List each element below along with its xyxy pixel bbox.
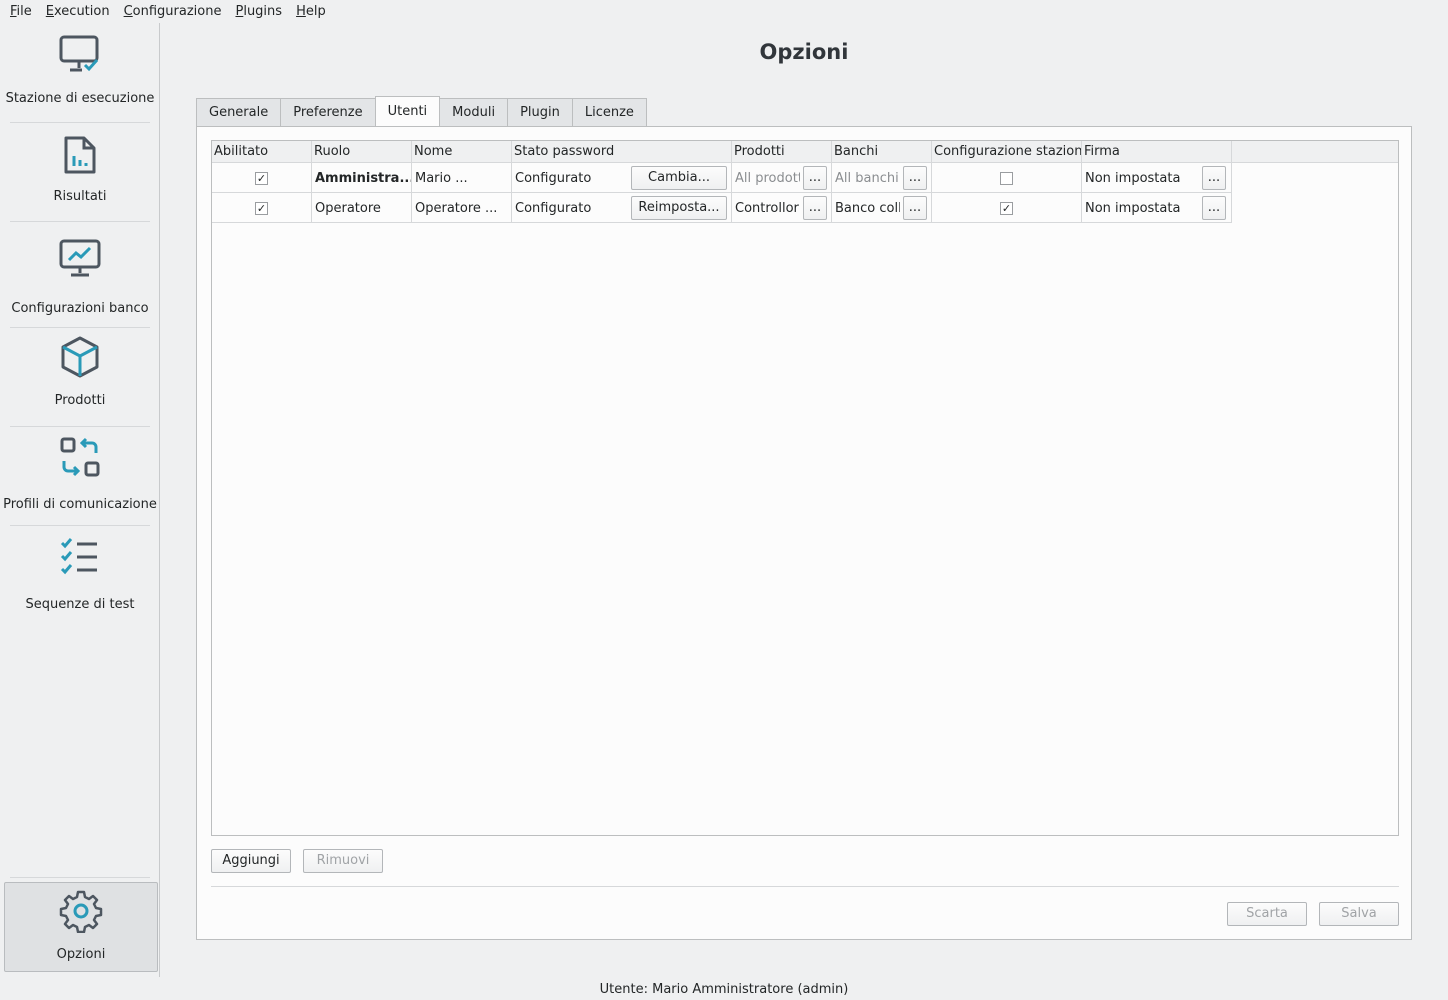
users-panel: Abilitato Ruolo Nome Stato password Prod… bbox=[196, 126, 1412, 940]
column-header-abilitato[interactable]: Abilitato bbox=[212, 141, 312, 163]
sidebar-item-label: Profili di comunicazione bbox=[3, 497, 157, 512]
signature-edit-button[interactable]: ... bbox=[1202, 166, 1226, 190]
tab-plugin[interactable]: Plugin bbox=[507, 98, 572, 126]
column-header-stato-password[interactable]: Stato password bbox=[512, 141, 732, 163]
menu-bar: File Execution Configurazione Plugins He… bbox=[0, 0, 1448, 23]
sidebar-item-label: Prodotti bbox=[54, 393, 106, 408]
sidebar-item-opzioni[interactable]: Opzioni bbox=[4, 882, 158, 972]
benches-edit-button[interactable]: ... bbox=[903, 196, 927, 220]
sidebar-divider bbox=[10, 122, 150, 123]
gear-icon bbox=[57, 887, 105, 935]
sidebar-divider bbox=[10, 877, 150, 878]
column-header-ruolo[interactable]: Ruolo bbox=[312, 141, 412, 163]
report-chart-icon bbox=[56, 131, 104, 179]
sidebar-item-profili[interactable]: Profili di comunicazione bbox=[0, 433, 160, 518]
users-table: Abilitato Ruolo Nome Stato password Prod… bbox=[211, 140, 1399, 836]
monitor-check-icon bbox=[56, 31, 104, 79]
discard-button[interactable]: Scarta bbox=[1227, 902, 1307, 926]
tab-generale[interactable]: Generale bbox=[196, 98, 281, 126]
name-value: Operatore ... bbox=[415, 200, 498, 216]
sidebar-item-label: Stazione di esecuzione bbox=[5, 91, 155, 106]
benches-edit-button[interactable]: ... bbox=[903, 166, 927, 190]
sidebar-divider bbox=[10, 327, 150, 328]
add-user-button[interactable]: Aggiungi bbox=[211, 849, 291, 873]
divider bbox=[211, 886, 1399, 887]
sidebar-item-stazione[interactable]: Stazione di esecuzione bbox=[0, 31, 160, 116]
sidebar-item-prodotti[interactable]: Prodotti bbox=[0, 333, 160, 418]
sidebar-divider bbox=[10, 221, 150, 222]
products-edit-button[interactable]: ... bbox=[803, 166, 827, 190]
signature-value: Non impostata bbox=[1085, 200, 1181, 216]
sidebar-item-label: Configurazioni banco bbox=[11, 301, 149, 316]
table-row: ✓ Operatore Operatore ... Configurato Re… bbox=[212, 193, 1232, 223]
sidebar-item-risultati[interactable]: Risultati bbox=[0, 131, 160, 216]
sidebar-divider bbox=[10, 525, 150, 526]
remove-user-button[interactable]: Rimuovi bbox=[303, 849, 383, 873]
products-edit-button[interactable]: ... bbox=[803, 196, 827, 220]
column-header-banchi[interactable]: Banchi bbox=[832, 141, 932, 163]
table-row: ✓ Amministra... Mario ... Configurato Ca… bbox=[212, 163, 1232, 193]
monitor-chart-icon bbox=[56, 235, 104, 283]
change-password-button[interactable]: Cambia... bbox=[631, 166, 727, 190]
role-value: Operatore bbox=[315, 200, 381, 216]
menu-execution[interactable]: Execution bbox=[39, 0, 117, 23]
checklist-icon bbox=[56, 533, 104, 581]
password-status-value: Configurato bbox=[515, 170, 592, 186]
tab-utenti[interactable]: Utenti bbox=[374, 96, 441, 126]
table-header: Abilitato Ruolo Nome Stato password Prod… bbox=[212, 141, 1398, 163]
column-header-firma[interactable]: Firma bbox=[1082, 141, 1232, 163]
products-value: Controllori bbox=[735, 200, 800, 216]
tab-preferenze[interactable]: Preferenze bbox=[280, 98, 375, 126]
menu-plugins[interactable]: Plugins bbox=[228, 0, 289, 23]
sidebar-item-label: Risultati bbox=[53, 189, 107, 204]
signature-value: Non impostata bbox=[1085, 170, 1181, 186]
menu-help[interactable]: Help bbox=[289, 0, 333, 23]
enabled-checkbox[interactable]: ✓ bbox=[255, 201, 268, 215]
tab-moduli[interactable]: Moduli bbox=[440, 98, 508, 126]
column-header-nome[interactable]: Nome bbox=[412, 141, 512, 163]
enabled-checkbox[interactable]: ✓ bbox=[255, 171, 268, 185]
signature-edit-button[interactable]: ... bbox=[1202, 196, 1226, 220]
benches-value: Banco collaudo bbox=[835, 200, 900, 216]
sidebar-item-configurazioni-banco[interactable]: Configurazioni banco bbox=[0, 235, 160, 320]
sidebar: Stazione di esecuzione Risultati Configu… bbox=[0, 23, 160, 977]
page-title: Opzioni bbox=[759, 40, 849, 64]
sidebar-item-label: Opzioni bbox=[56, 947, 106, 962]
tab-licenze[interactable]: Licenze bbox=[571, 98, 647, 126]
save-button[interactable]: Salva bbox=[1319, 902, 1399, 926]
sidebar-item-sequenze[interactable]: Sequenze di test bbox=[0, 533, 160, 618]
reset-password-button[interactable]: Reimposta... bbox=[631, 196, 727, 220]
column-header-configurazione-stazione[interactable]: Configurazione stazione bbox=[932, 141, 1082, 163]
sidebar-item-label: Sequenze di test bbox=[25, 597, 135, 612]
name-value: Mario ... bbox=[415, 170, 468, 186]
menu-configurazione[interactable]: Configurazione bbox=[117, 0, 229, 23]
tab-bar: Generale Preferenze Utenti Moduli Plugin… bbox=[196, 96, 647, 126]
benches-value: All banchi bbox=[835, 170, 899, 186]
role-value: Amministra... bbox=[315, 170, 412, 186]
status-bar-user: Utente: Mario Amministratore (admin) bbox=[599, 982, 849, 997]
station-config-checkbox[interactable]: ✓ bbox=[1000, 201, 1013, 215]
exchange-icon bbox=[56, 433, 104, 481]
menu-file[interactable]: File bbox=[3, 0, 39, 23]
cube-icon bbox=[56, 333, 104, 381]
products-value: All prodotti bbox=[735, 170, 800, 186]
password-status-value: Configurato bbox=[515, 200, 592, 216]
sidebar-divider bbox=[10, 426, 150, 427]
column-header-prodotti[interactable]: Prodotti bbox=[732, 141, 832, 163]
station-config-checkbox[interactable] bbox=[1000, 171, 1013, 185]
